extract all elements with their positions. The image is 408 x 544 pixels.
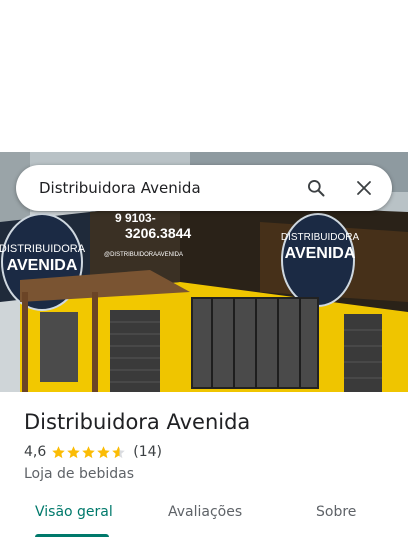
right-sign-line2: AVENIDA	[285, 245, 356, 262]
place-name: Distribuidora Avenida	[24, 410, 251, 434]
star-icon	[112, 445, 126, 458]
right-sign-line1: DISTRIBUIDORA	[281, 232, 360, 243]
tab-overview[interactable]: Visão geral	[35, 504, 113, 520]
search-bar[interactable]: Distribuidora Avenida	[16, 165, 392, 211]
tab-reviews[interactable]: Avaliações	[168, 504, 242, 520]
search-input[interactable]: Distribuidora Avenida	[39, 179, 304, 197]
star-icon	[52, 445, 66, 458]
rating-value: 4,6	[24, 444, 47, 460]
sign-social: @DISTRIBUIDORAAVENIDA	[104, 252, 183, 258]
tab-bar: Visão geral Avaliações Sobre	[0, 500, 408, 544]
rating-row[interactable]: 4,6 (14)	[24, 444, 162, 460]
sign-phone-2: 3206.3844	[125, 225, 191, 241]
review-count[interactable]: (14)	[133, 444, 162, 460]
left-sign-line1: DISTRIBUIDORA	[0, 243, 86, 255]
place-category[interactable]: Loja de bebidas	[24, 466, 134, 482]
sign-phone-1: 9 9103-	[115, 211, 156, 225]
active-tab-indicator	[35, 534, 109, 537]
star-icon	[67, 445, 81, 458]
close-icon[interactable]	[352, 176, 376, 200]
search-icon[interactable]	[304, 176, 328, 200]
star-icon	[82, 445, 96, 458]
tab-about[interactable]: Sobre	[316, 504, 356, 520]
star-rating	[51, 445, 126, 460]
left-sign-line2: AVENIDA	[7, 257, 78, 274]
star-icon	[97, 445, 111, 458]
